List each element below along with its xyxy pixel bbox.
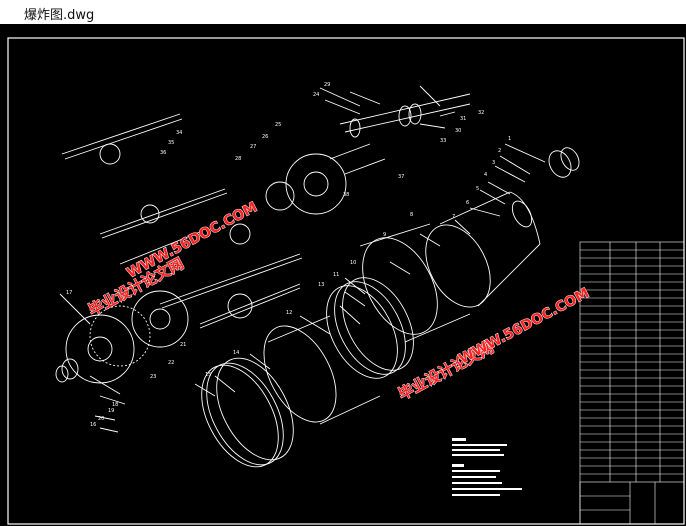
watermark-text: WWW.56DOC.COM	[456, 285, 592, 367]
part-label: 13	[318, 282, 324, 288]
part-label: 35	[168, 140, 174, 146]
part-label: 30	[455, 128, 461, 134]
part-label: 7	[452, 214, 455, 220]
part-label: 29	[324, 82, 330, 88]
part-label: 22	[168, 360, 174, 366]
part-label: 25	[275, 122, 281, 128]
part-label: 31	[460, 116, 466, 122]
part-label: 21	[180, 342, 186, 348]
part-label: 34	[176, 130, 182, 136]
watermark-group: 毕业设计论文网 WWW.56DOC.COM 毕业设计论文网 WWW.56DOC.…	[85, 199, 593, 404]
part-label: 26	[262, 134, 268, 140]
technical-notes	[452, 438, 522, 496]
part-label: 12	[286, 310, 292, 316]
part-label: 27	[250, 144, 256, 150]
part-label: 23	[150, 374, 156, 380]
part-label: 16	[90, 422, 96, 428]
part-label: 28	[235, 156, 241, 162]
part-label: 10	[350, 260, 356, 266]
part-label: 15	[205, 372, 211, 378]
part-label: 3	[492, 160, 495, 166]
part-label: 4	[484, 172, 487, 178]
watermark-text: WWW.56DOC.COM	[124, 199, 260, 281]
part-label: 38	[343, 192, 349, 198]
part-label: 2	[498, 148, 501, 154]
part-label: 37	[398, 174, 404, 180]
part-label: 14	[233, 350, 239, 356]
part-label: 1	[508, 136, 511, 142]
part-label: 5	[476, 186, 479, 192]
drawing-canvas[interactable]: 1 2 3 4 5 6 7 8 9 10 11 12 13 14 15 16 1…	[0, 24, 686, 526]
part-label: 32	[478, 110, 484, 116]
part-label: 24	[313, 92, 319, 98]
part-label: 17	[66, 290, 72, 296]
part-label: 20	[98, 416, 104, 422]
part-label: 6	[466, 200, 469, 206]
part-label: 19	[108, 408, 114, 414]
drawing-border	[7, 37, 685, 525]
parts-list-table	[579, 241, 685, 525]
title-bar: 爆炸图.dwg	[0, 0, 686, 24]
part-label: 9	[383, 232, 386, 238]
part-label: 8	[410, 212, 413, 218]
part-label: 33	[440, 138, 446, 144]
window-title: 爆炸图.dwg	[24, 8, 95, 23]
part-label: 11	[333, 272, 339, 278]
part-label: 36	[160, 150, 166, 156]
